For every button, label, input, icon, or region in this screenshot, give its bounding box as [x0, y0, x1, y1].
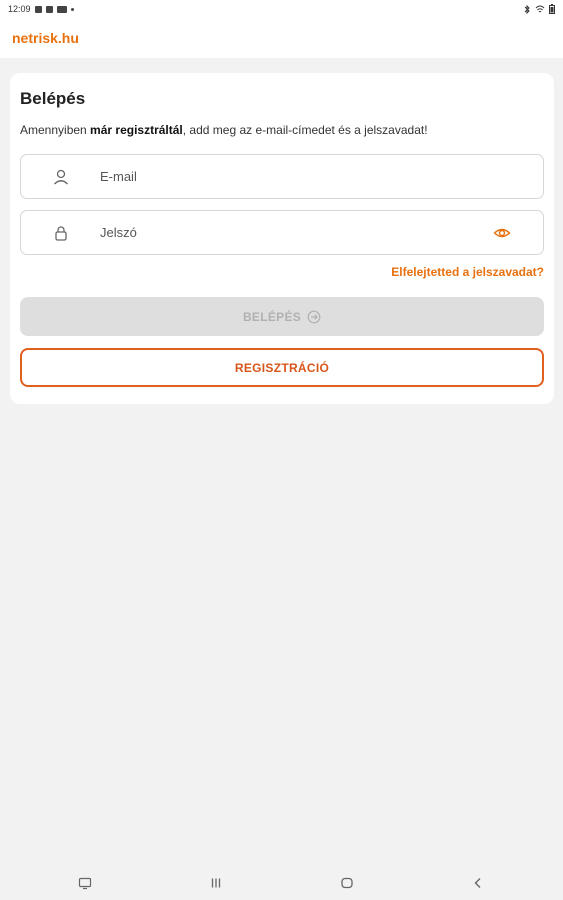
- battery-icon: [549, 4, 555, 14]
- login-card: Belépés Amennyiben már regisztráltál, ad…: [10, 73, 554, 404]
- status-right: [523, 4, 555, 14]
- lock-icon: [55, 226, 67, 241]
- user-icon: [54, 169, 68, 185]
- dot-icon: [70, 7, 74, 11]
- video-icon: [56, 5, 67, 13]
- login-button-label: BELÉPÉS: [242, 309, 302, 324]
- recents-apps-icon[interactable]: [205, 872, 227, 894]
- wifi-icon: [535, 5, 545, 12]
- calendar-icon: [34, 5, 42, 13]
- password-field[interactable]: Jelszó: [20, 210, 544, 255]
- register-button[interactable]: REGISZTRÁCIÓ: [20, 348, 544, 387]
- subtitle-post: , add meg az e-mail-címedet és a jelszav…: [182, 123, 428, 137]
- status-left: 12:09: [8, 4, 74, 14]
- register-button-label: REGISZTRÁCIÓ: [234, 360, 330, 375]
- home-icon[interactable]: [336, 872, 358, 894]
- brand-logo[interactable]: netrisk.hu: [12, 30, 79, 46]
- eye-icon[interactable]: [493, 224, 511, 242]
- login-title: Belépés: [20, 89, 86, 108]
- back-icon[interactable]: [467, 872, 489, 894]
- bluetooth-icon: [524, 4, 530, 14]
- system-nav-bar: [0, 866, 563, 900]
- login-subtitle: Amennyiben már regisztráltál, add meg az…: [20, 123, 428, 137]
- email-field-label: E-mail: [100, 169, 137, 184]
- subtitle-pre: Amennyiben: [20, 123, 91, 137]
- forgot-password-link[interactable]: Elfelejtetted a jelszavadat?: [391, 265, 544, 279]
- app-bar: netrisk.hu: [0, 18, 563, 58]
- status-time: 12:09: [8, 4, 31, 14]
- password-field-label: Jelszó: [100, 225, 137, 240]
- arrow-right-circle-icon: [307, 310, 321, 323]
- gallery-icon: [45, 5, 53, 13]
- email-field[interactable]: E-mail: [20, 154, 544, 199]
- login-button[interactable]: BELÉPÉS: [20, 297, 544, 336]
- subtitle-bold: már regisztráltál: [90, 123, 183, 137]
- status-bar: 12:09: [0, 0, 563, 18]
- keyboard-icon[interactable]: [74, 872, 96, 894]
